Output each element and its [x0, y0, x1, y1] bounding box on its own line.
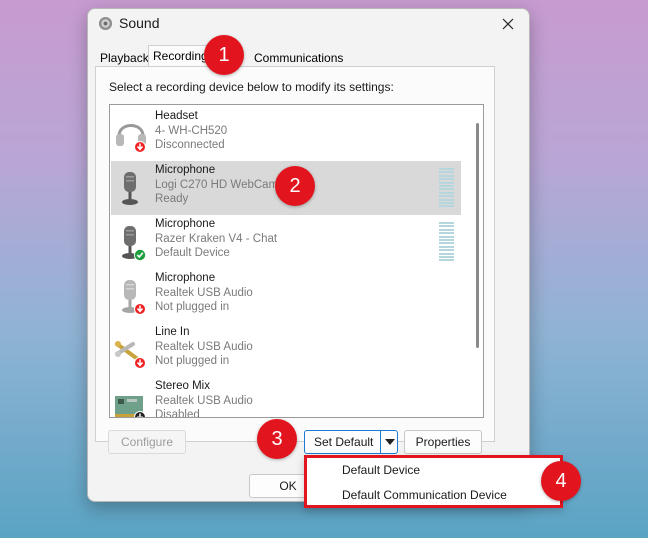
- device-list[interactable]: Headset 4- WH-CH520 Disconnected Microph…: [109, 104, 484, 418]
- device-model: 4- WH-CH520: [155, 124, 228, 137]
- unplugged-arrow-icon: [134, 357, 146, 369]
- list-item[interactable]: Microphone Realtek USB Audio Not plugged…: [111, 269, 461, 323]
- list-item[interactable]: Stereo Mix Realtek USB Audio Disabled: [111, 377, 461, 418]
- menu-item-default-communication-device[interactable]: Default Communication Device: [342, 488, 507, 502]
- unplugged-arrow-icon: [135, 142, 145, 152]
- microphone-icon: [122, 172, 138, 205]
- level-meter: [439, 222, 454, 262]
- speaker-icon: [98, 16, 113, 31]
- tab-playback[interactable]: Playback: [95, 47, 154, 67]
- set-default-button[interactable]: Set Default: [314, 435, 373, 449]
- chevron-down-icon: [384, 438, 395, 445]
- device-name: Line In: [155, 326, 190, 338]
- default-check-icon: [134, 249, 146, 261]
- set-default-dropdown-arrow[interactable]: [380, 431, 398, 453]
- recording-panel: Select a recording device below to modif…: [95, 66, 495, 442]
- device-name: Microphone: [155, 164, 216, 176]
- device-name: Headset: [155, 110, 198, 122]
- set-default-split-button[interactable]: Set Default: [304, 430, 398, 454]
- step-badge-2: 2: [275, 166, 315, 206]
- list-item[interactable]: Microphone Razer Kraken V4 - Chat Defaul…: [111, 215, 461, 269]
- device-name: Microphone: [155, 272, 216, 284]
- device-name: Microphone: [155, 218, 216, 230]
- device-model: Realtek USB Audio: [155, 286, 253, 299]
- device-model: Logi C270 HD WebCam: [155, 178, 279, 191]
- step-badge-4: 4: [541, 461, 581, 501]
- tab-recording[interactable]: Recording: [148, 45, 213, 68]
- instruction-text: Select a recording device below to modif…: [109, 80, 394, 94]
- level-meter: [439, 168, 454, 208]
- title-bar: Sound: [88, 9, 529, 39]
- device-status: Default Device: [155, 247, 230, 259]
- sound-dialog: Sound Playback Recording Communications …: [87, 8, 530, 502]
- device-status: Disconnected: [155, 139, 225, 151]
- list-item[interactable]: Line In Realtek USB Audio Not plugged in: [111, 323, 461, 377]
- device-model: Razer Kraken V4 - Chat: [155, 232, 278, 245]
- device-status: Ready: [155, 193, 189, 205]
- microphone-icon: [122, 280, 146, 315]
- properties-button[interactable]: Properties: [404, 430, 482, 454]
- device-status: Not plugged in: [155, 355, 230, 367]
- headset-icon: [116, 124, 146, 153]
- close-button[interactable]: [493, 11, 523, 37]
- scrollbar[interactable]: [476, 123, 479, 348]
- tab-communications[interactable]: Communications: [249, 47, 348, 67]
- menu-item-default-device[interactable]: Default Device: [342, 463, 420, 477]
- list-item[interactable]: Headset 4- WH-CH520 Disconnected: [111, 107, 461, 161]
- unplugged-arrow-icon: [134, 303, 146, 315]
- device-model: Realtek USB Audio: [155, 340, 253, 353]
- device-status: Disabled: [155, 409, 200, 418]
- configure-button[interactable]: Configure: [108, 430, 186, 454]
- microphone-icon: [122, 226, 146, 261]
- sound-card-icon: [115, 396, 146, 417]
- close-icon: [502, 18, 514, 30]
- set-default-dropdown-menu: Default Device Default Communication Dev…: [304, 455, 563, 508]
- step-badge-3: 3: [257, 419, 297, 459]
- device-status: Not plugged in: [155, 301, 230, 313]
- device-model: Realtek USB Audio: [155, 394, 253, 407]
- device-name: Stereo Mix: [155, 380, 210, 392]
- step-badge-1: 1: [204, 35, 244, 75]
- line-in-cable-icon: [115, 341, 146, 369]
- window-title: Sound: [119, 15, 160, 31]
